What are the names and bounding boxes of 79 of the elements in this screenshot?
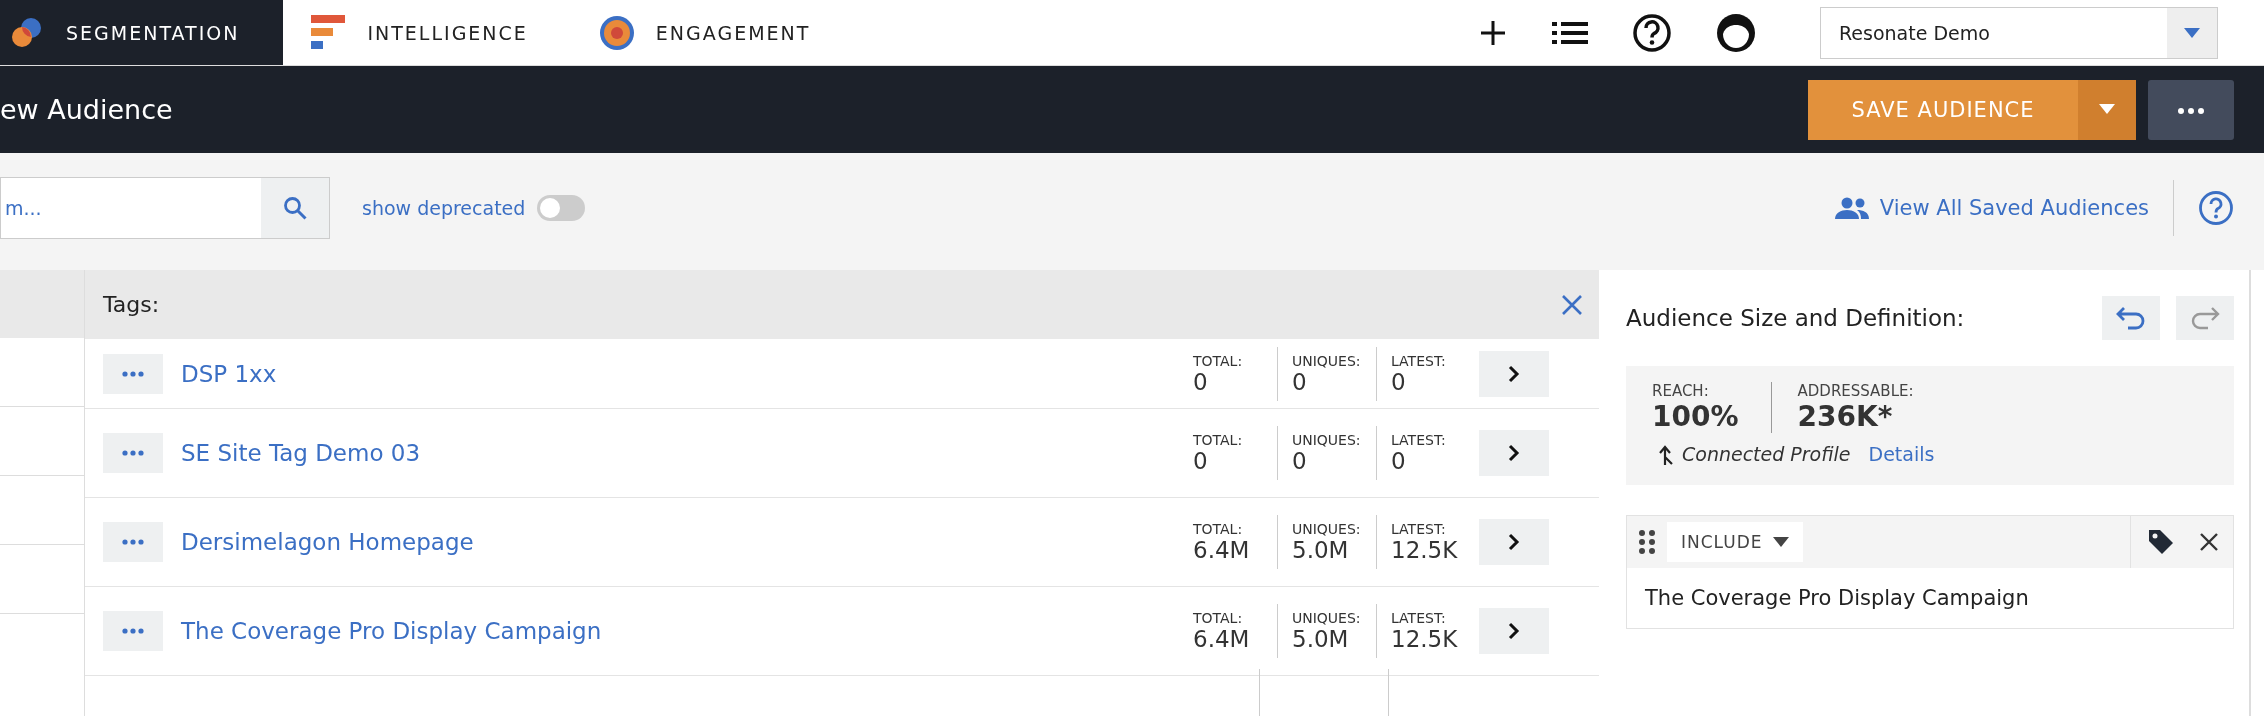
toggle-label: show deprecated [362,196,526,219]
page-title: ew Audience [0,94,173,125]
profile-label: Connected Profile [1682,443,1851,465]
stat-label: TOTAL: [1193,432,1244,448]
caret-icon [1772,537,1789,547]
undo-icon [2116,306,2146,330]
save-audience-button[interactable]: SAVE AUDIENCE [1808,79,2078,140]
stat-value: 236K* [1797,400,1894,433]
stat-value: 6.4M [1193,626,1251,652]
rule-item: The Coverage Pro Display Campaign [1644,585,2030,612]
caret-icon [2099,104,2115,114]
stat-label: UNIQUES: [1292,352,1362,369]
nav-tab[interactable]: SEGMENTATION [0,0,284,65]
redo-icon [2190,306,2220,330]
stat-value: 0 [1391,368,1407,395]
details-link[interactable]: Details [1868,443,1935,465]
more-icon [122,628,144,634]
stat-label: TOTAL: [1193,521,1244,537]
tag-link[interactable]: SE Site Tag Demo 03 [181,440,421,466]
open-tag-button[interactable] [1479,519,1549,565]
more-icon [122,370,144,377]
stat-label: LATEST: [1391,352,1447,369]
tag-link[interactable]: DSP 1xx [181,360,277,387]
stat-value: 0 [1193,368,1209,395]
stat-value: 0 [1193,448,1209,474]
more-icon [2178,108,2204,114]
chevron-right-icon [1508,364,1520,383]
tag-icon[interactable] [2147,528,2175,556]
stat-value: 5.0M [1292,537,1350,563]
target-icon [599,15,634,50]
stat-value: 5.0M [1292,626,1350,652]
stat-label: UNIQUES: [1292,521,1362,537]
stat-label: UNIQUES: [1292,610,1362,626]
include-dropdown[interactable]: INCLUDE [1667,522,1803,562]
open-tag-button[interactable] [1479,430,1549,476]
more-icon [122,539,144,545]
chevron-right-icon [1508,444,1520,462]
people-icon [1833,196,1870,219]
bars-icon [311,14,346,51]
caret-icon [2184,27,2200,38]
stat-value: 12.5K [1391,537,1459,563]
stat-label: TOTAL: [1193,352,1244,369]
overlapping-circles-icon [10,15,44,50]
stat-label: LATEST: [1391,521,1447,537]
stat-label: UNIQUES: [1292,432,1362,448]
close-icon[interactable] [2199,532,2219,552]
chevron-right-icon [1508,533,1520,551]
tag-link[interactable]: Dersimelagon Homepage [181,529,474,555]
stat-label: TOTAL: [1193,610,1244,626]
avatar-icon[interactable] [1716,12,1756,53]
nav-tab[interactable]: INTELLIGENCE [283,0,572,65]
toggle-switch[interactable] [537,194,586,221]
account-select[interactable]: Resonate Demo [1820,6,2218,59]
open-tag-button[interactable] [1479,608,1549,654]
chevron-right-icon [1508,622,1520,640]
save-options-button[interactable] [2078,79,2136,140]
stat-label: REACH: [1652,382,1710,400]
stat-label: LATEST: [1391,610,1447,626]
nav-tab[interactable]: ENGAGEMENT [571,0,855,65]
help-icon[interactable] [1632,12,1672,53]
stat-value: 100% [1652,400,1739,433]
merge-arrow-icon [1658,443,1674,465]
more-icon [122,450,144,456]
stat-value: 0 [1292,448,1308,474]
stat-value: 0 [1292,368,1308,395]
tag-link[interactable]: The Coverage Pro Display Campaign [181,618,602,644]
section-title: Audience Size and Definition: [1626,305,1965,331]
panel-title: Tags: [103,292,160,317]
stat-label: LATEST: [1391,432,1447,448]
stat-value: 12.5K [1391,626,1459,652]
stat-label: ADDRESSABLE: [1797,382,1914,400]
stat-value: 6.4M [1193,537,1251,563]
row-menu-button[interactable] [103,353,163,394]
list-icon[interactable] [1552,19,1588,46]
view-saved-audiences-link[interactable]: View All Saved Audiences [1833,195,2149,220]
undo-button[interactable] [2102,296,2160,340]
stat-value: 0 [1391,448,1407,474]
open-tag-button[interactable] [1479,350,1549,397]
drag-handle-icon[interactable] [1639,530,1655,554]
